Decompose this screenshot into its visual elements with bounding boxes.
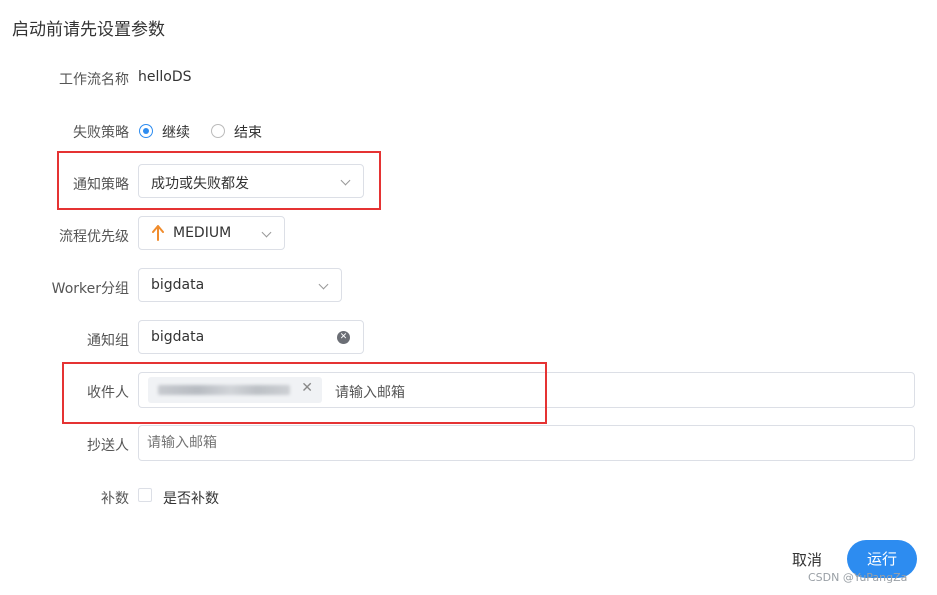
arrow-up-icon <box>152 225 164 245</box>
chevron-down-icon <box>261 227 272 238</box>
failure-strategy-radio-continue[interactable] <box>139 124 153 138</box>
complement-checkbox[interactable] <box>138 488 152 502</box>
workflow-name-value: helloDS <box>138 69 192 85</box>
notify-strategy-value: 成功或失败都发 <box>151 176 249 192</box>
notify-strategy-label: 通知策略 <box>73 177 129 193</box>
cc-input[interactable] <box>138 425 915 461</box>
complement-label: 补数 <box>101 491 129 507</box>
clear-icon[interactable]: ✕ <box>337 331 350 344</box>
worker-group-value: bigdata <box>151 277 205 293</box>
recipient-tag: ✕ <box>148 377 322 403</box>
notify-strategy-select[interactable]: 成功或失败都发 <box>138 164 364 198</box>
failure-strategy-option-end[interactable]: 结束 <box>234 122 262 142</box>
chevron-down-icon <box>318 279 329 290</box>
complement-checkbox-label[interactable]: 是否补数 <box>163 488 219 508</box>
recipients-label: 收件人 <box>87 385 129 401</box>
cancel-button[interactable]: 取消 <box>792 549 822 570</box>
worker-group-label: Worker分组 <box>51 281 129 297</box>
workflow-name-label: 工作流名称 <box>59 72 129 88</box>
recipients-placeholder: 请输入邮箱 <box>335 385 405 401</box>
failure-strategy-option-continue[interactable]: 继续 <box>162 122 190 142</box>
notify-group-select[interactable]: bigdata ✕ <box>138 320 364 354</box>
failure-strategy-radio-end[interactable] <box>211 124 225 138</box>
dialog-title: 启动前请先设置参数 <box>12 20 165 40</box>
worker-group-select[interactable]: bigdata <box>138 268 342 302</box>
process-priority-value: MEDIUM <box>173 225 232 241</box>
failure-strategy-label: 失败策略 <box>73 125 129 141</box>
notify-group-label: 通知组 <box>87 333 129 349</box>
notify-group-value: bigdata <box>151 329 205 345</box>
process-priority-select[interactable]: MEDIUM <box>138 216 285 250</box>
redacted-email <box>158 385 290 395</box>
watermark: CSDN @YuPangZa <box>808 571 908 584</box>
chevron-down-icon <box>340 175 351 186</box>
cc-label: 抄送人 <box>87 438 129 454</box>
process-priority-label: 流程优先级 <box>59 229 129 245</box>
close-icon[interactable]: ✕ <box>301 380 313 396</box>
